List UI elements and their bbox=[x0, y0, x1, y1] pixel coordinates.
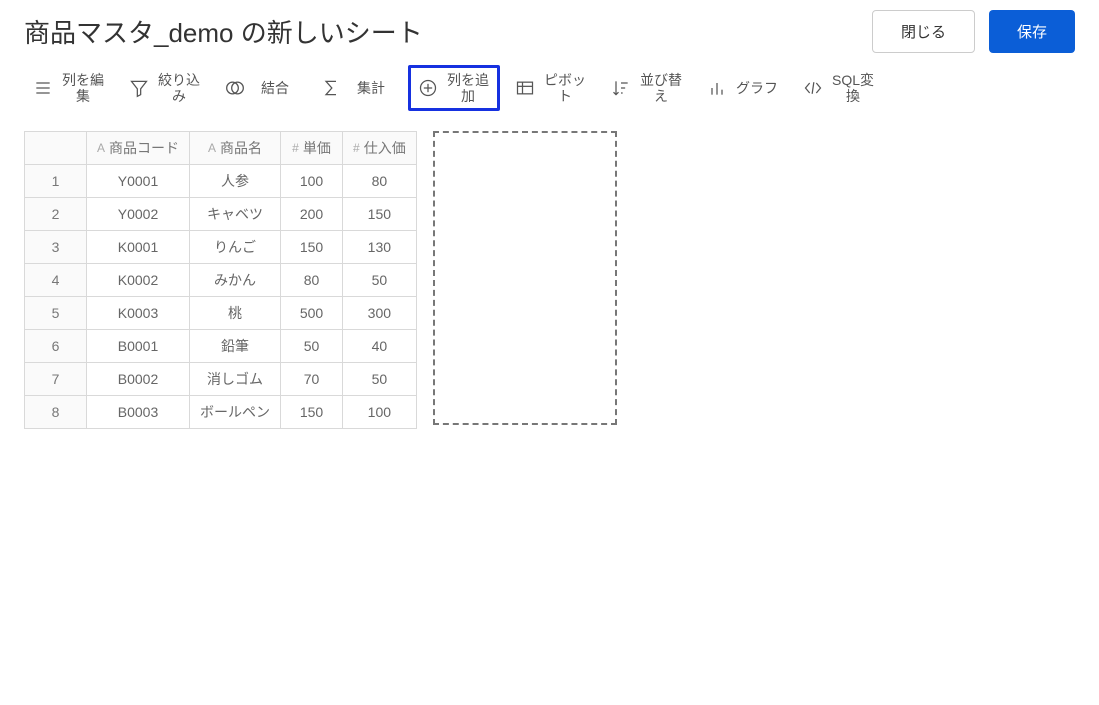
cell[interactable]: 人参 bbox=[190, 165, 281, 198]
cell[interactable]: 200 bbox=[281, 198, 343, 231]
data-table[interactable]: A 商品コード A 商品名 # 単価 bbox=[24, 131, 417, 429]
cell[interactable]: B0001 bbox=[87, 330, 190, 363]
cell[interactable]: 130 bbox=[343, 231, 417, 264]
join-icon bbox=[224, 77, 246, 99]
column-header[interactable]: # 仕入価 bbox=[343, 132, 417, 165]
cell[interactable]: 50 bbox=[343, 264, 417, 297]
cell[interactable]: 500 bbox=[281, 297, 343, 330]
tool-label: 結合 bbox=[252, 80, 298, 96]
edit-column-tool[interactable]: 列を編集 bbox=[24, 66, 114, 110]
cell[interactable]: 50 bbox=[281, 330, 343, 363]
aggregate-tool[interactable]: 集計 bbox=[312, 71, 402, 105]
cell[interactable]: 消しゴム bbox=[190, 363, 281, 396]
type-number-icon: # bbox=[353, 141, 360, 155]
filter-tool[interactable]: 絞り込み bbox=[120, 66, 210, 110]
cell[interactable]: K0002 bbox=[87, 264, 190, 297]
corner-cell bbox=[25, 132, 87, 165]
row-number: 4 bbox=[25, 264, 87, 297]
join-tool[interactable]: 結合 bbox=[216, 71, 306, 105]
table-row[interactable]: 1Y0001人参10080 bbox=[25, 165, 417, 198]
tool-label: 集計 bbox=[348, 80, 394, 96]
cell[interactable]: ボールペン bbox=[190, 396, 281, 429]
type-number-icon: # bbox=[292, 141, 299, 155]
sort-tool[interactable]: 並び替え bbox=[602, 66, 692, 110]
table-row[interactable]: 4K0002みかん8050 bbox=[25, 264, 417, 297]
cell[interactable]: Y0001 bbox=[87, 165, 190, 198]
column-name: 仕入価 bbox=[364, 138, 406, 158]
column-name: 商品コード bbox=[109, 138, 179, 158]
row-number: 7 bbox=[25, 363, 87, 396]
row-number: 2 bbox=[25, 198, 87, 231]
tool-label: 列を編集 bbox=[60, 72, 106, 104]
column-header[interactable]: A 商品コード bbox=[87, 132, 190, 165]
tool-label: グラフ bbox=[734, 80, 780, 96]
close-button[interactable]: 閉じる bbox=[872, 10, 975, 53]
funnel-icon bbox=[128, 77, 150, 99]
sort-icon bbox=[610, 77, 632, 99]
chart-tool[interactable]: グラフ bbox=[698, 71, 788, 105]
column-name: 単価 bbox=[303, 138, 331, 158]
row-number: 5 bbox=[25, 297, 87, 330]
tool-label: 列を追加 bbox=[445, 72, 491, 104]
cell[interactable]: Y0002 bbox=[87, 198, 190, 231]
table-row[interactable]: 2Y0002キャベツ200150 bbox=[25, 198, 417, 231]
cell[interactable]: 80 bbox=[343, 165, 417, 198]
cell[interactable]: 150 bbox=[281, 231, 343, 264]
list-icon bbox=[32, 77, 54, 99]
column-name: 商品名 bbox=[220, 138, 262, 158]
add-column-tool[interactable]: 列を追加 bbox=[408, 65, 500, 111]
column-header[interactable]: # 単価 bbox=[281, 132, 343, 165]
cell[interactable]: B0002 bbox=[87, 363, 190, 396]
cell[interactable]: 50 bbox=[343, 363, 417, 396]
type-text-icon: A bbox=[208, 141, 216, 155]
table-row[interactable]: 3K0001りんご150130 bbox=[25, 231, 417, 264]
page-title: 商品マスタ_demo の新しいシート bbox=[24, 13, 423, 50]
cell[interactable]: 桃 bbox=[190, 297, 281, 330]
table-row[interactable]: 8B0003ボールペン150100 bbox=[25, 396, 417, 429]
bar-chart-icon bbox=[706, 77, 728, 99]
tool-label: 並び替え bbox=[638, 72, 684, 104]
pivot-tool[interactable]: ピボット bbox=[506, 66, 596, 110]
tool-label: ピボット bbox=[542, 72, 588, 104]
tool-label: SQL変換 bbox=[830, 72, 876, 104]
toolbar: 列を編集 絞り込み 結合 集計 列を追加 ピボット 並び替え bbox=[24, 65, 1075, 111]
sigma-icon bbox=[320, 77, 342, 99]
drop-placeholder[interactable] bbox=[433, 131, 617, 425]
tool-label: 絞り込み bbox=[156, 72, 202, 104]
cell[interactable]: 鉛筆 bbox=[190, 330, 281, 363]
cell[interactable]: 100 bbox=[343, 396, 417, 429]
table-row[interactable]: 5K0003桃500300 bbox=[25, 297, 417, 330]
cell[interactable]: キャベツ bbox=[190, 198, 281, 231]
row-number: 3 bbox=[25, 231, 87, 264]
save-button[interactable]: 保存 bbox=[989, 10, 1075, 53]
plus-circle-icon bbox=[417, 77, 439, 99]
type-text-icon: A bbox=[97, 141, 105, 155]
cell[interactable]: りんご bbox=[190, 231, 281, 264]
row-number: 1 bbox=[25, 165, 87, 198]
cell[interactable]: みかん bbox=[190, 264, 281, 297]
cell[interactable]: 100 bbox=[281, 165, 343, 198]
cell[interactable]: 80 bbox=[281, 264, 343, 297]
row-number: 6 bbox=[25, 330, 87, 363]
cell[interactable]: 150 bbox=[281, 396, 343, 429]
cell[interactable]: B0003 bbox=[87, 396, 190, 429]
table-icon bbox=[514, 77, 536, 99]
table-row[interactable]: 7B0002消しゴム7050 bbox=[25, 363, 417, 396]
row-number: 8 bbox=[25, 396, 87, 429]
cell[interactable]: 70 bbox=[281, 363, 343, 396]
cell[interactable]: 300 bbox=[343, 297, 417, 330]
cell[interactable]: 150 bbox=[343, 198, 417, 231]
table-row[interactable]: 6B0001鉛筆5040 bbox=[25, 330, 417, 363]
cell[interactable]: K0003 bbox=[87, 297, 190, 330]
sql-tool[interactable]: SQL変換 bbox=[794, 66, 884, 110]
cell[interactable]: 40 bbox=[343, 330, 417, 363]
cell[interactable]: K0001 bbox=[87, 231, 190, 264]
code-icon bbox=[802, 77, 824, 99]
column-header[interactable]: A 商品名 bbox=[190, 132, 281, 165]
